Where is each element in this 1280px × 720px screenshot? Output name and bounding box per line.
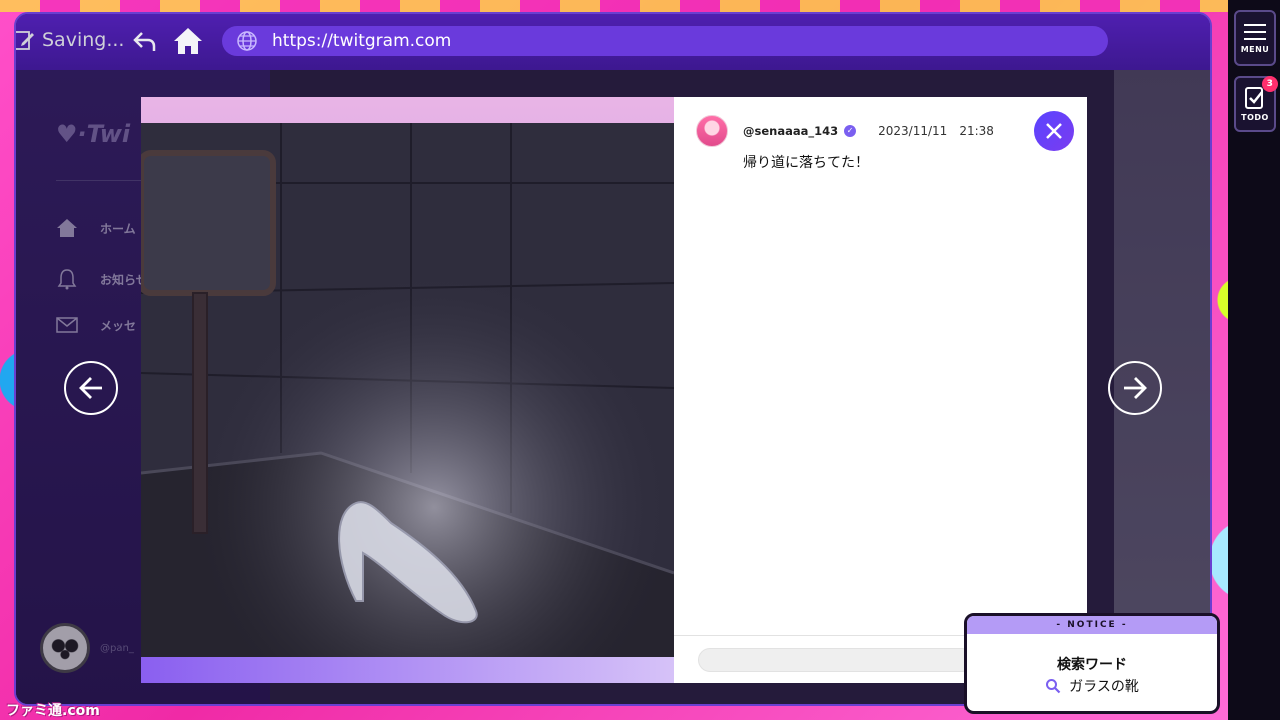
post-meta: @senaaaa_143 ✓ 2023/11/11 21:38 bbox=[743, 124, 994, 138]
watermark: ファミ通.com bbox=[6, 703, 100, 719]
todo-count-badge: 3 bbox=[1262, 76, 1278, 92]
notice-header: - NOTICE - bbox=[967, 616, 1217, 634]
post-date: 2023/11/11 bbox=[878, 124, 948, 138]
todo-label: TODO bbox=[1241, 113, 1269, 122]
notice-title: 検索ワード bbox=[1057, 657, 1127, 673]
post-detail-panel: @senaaaa_143 ✓ 2023/11/11 21:38 帰り道に落ちてた… bbox=[674, 97, 1087, 683]
browser-toolbar: Saving... https://twitgram.com bbox=[16, 14, 1210, 70]
glass-slipper-photo bbox=[141, 123, 674, 657]
url-text: https://twitgram.com bbox=[272, 31, 452, 51]
saving-indicator: Saving... bbox=[16, 28, 125, 52]
edit-icon bbox=[16, 31, 34, 50]
globe-icon bbox=[237, 31, 257, 51]
home-icon bbox=[174, 28, 202, 54]
previous-button[interactable] bbox=[64, 361, 118, 415]
post-photo bbox=[141, 123, 674, 657]
arrow-right-icon bbox=[1124, 377, 1147, 399]
right-rail: MENU TODO 3 bbox=[1228, 0, 1280, 720]
search-term-label: ガラスの靴 bbox=[1069, 679, 1139, 695]
close-icon bbox=[1046, 123, 1062, 139]
decorative-stripes bbox=[0, 0, 1280, 12]
saving-label: Saving... bbox=[42, 29, 125, 51]
post-handle[interactable]: @senaaaa_143 bbox=[743, 124, 838, 138]
verified-badge-icon: ✓ bbox=[844, 125, 857, 137]
todo-button[interactable]: TODO 3 bbox=[1234, 76, 1278, 132]
browser-window: ♥·Twi ホーム お知らせ メッセ @pan_ Saving... https… bbox=[14, 12, 1212, 706]
menu-button[interactable]: MENU bbox=[1234, 10, 1276, 66]
checklist-icon bbox=[1245, 87, 1263, 109]
home-button[interactable] bbox=[172, 26, 204, 60]
close-button[interactable] bbox=[1034, 111, 1074, 151]
back-button[interactable] bbox=[132, 28, 158, 58]
notice-popup: - NOTICE - 検索ワード ガラスの靴 bbox=[964, 613, 1220, 714]
search-term: ガラスの靴 bbox=[967, 676, 1217, 696]
image-bottom-band bbox=[141, 657, 674, 683]
address-bar[interactable]: https://twitgram.com bbox=[222, 26, 1108, 56]
arrow-left-icon bbox=[79, 377, 102, 399]
post-image-panel bbox=[141, 97, 674, 683]
post-text: 帰り道に落ちてた！ bbox=[743, 155, 869, 171]
back-arrow-icon bbox=[133, 32, 156, 51]
menu-label: MENU bbox=[1240, 45, 1270, 54]
post-time: 21:38 bbox=[959, 124, 994, 138]
next-button[interactable] bbox=[1108, 361, 1162, 415]
avatar[interactable] bbox=[696, 115, 728, 147]
menu-icon bbox=[1244, 24, 1266, 40]
reply-input[interactable] bbox=[698, 648, 974, 672]
search-icon bbox=[1046, 679, 1061, 694]
